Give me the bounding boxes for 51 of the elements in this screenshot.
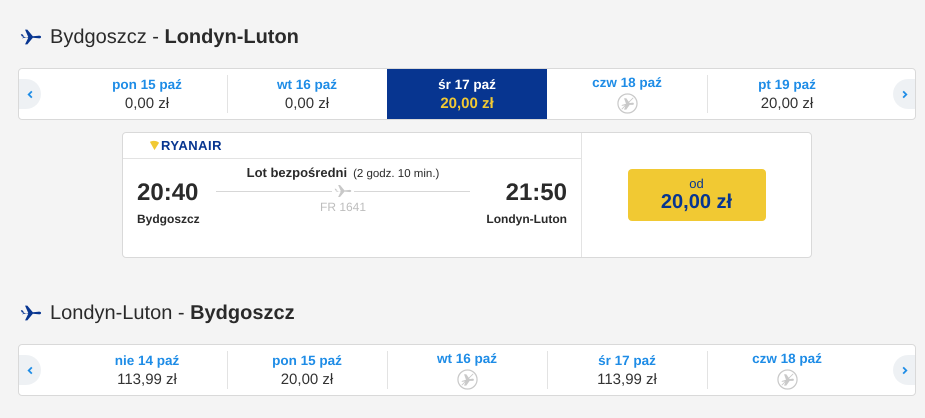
date-label: pt 19 paź bbox=[758, 76, 816, 92]
date-tab[interactable]: czw 18 paź bbox=[707, 345, 867, 395]
date-label: czw 18 paź bbox=[752, 350, 822, 366]
harp-logo-icon bbox=[149, 140, 160, 151]
no-flight-icon bbox=[616, 92, 638, 114]
departure-time: 20:40 bbox=[137, 179, 200, 207]
previous-button[interactable] bbox=[19, 355, 41, 385]
flight-duration: (2 godz. 10 min.) bbox=[353, 168, 440, 180]
flight-number: FR 1641 bbox=[320, 200, 366, 214]
chevron-right-icon bbox=[900, 366, 908, 374]
previous-button[interactable] bbox=[19, 79, 41, 109]
route-title: Bydgoszcz - Londyn-Luton bbox=[50, 26, 299, 48]
price-label: 113,99 zł bbox=[597, 370, 657, 388]
date-label: pon 15 paź bbox=[272, 352, 342, 368]
next-button[interactable] bbox=[893, 79, 915, 109]
price-label: 0,00 zł bbox=[124, 94, 170, 112]
price-label: 0,00 zł bbox=[284, 94, 330, 112]
date-tab[interactable]: śr 17 paź 20,00 zł bbox=[387, 69, 547, 119]
next-button[interactable] bbox=[893, 355, 915, 385]
date-label: nie 14 paź bbox=[114, 352, 180, 368]
price-label: 20,00 zł bbox=[760, 94, 814, 112]
date-label: wt 16 paź bbox=[436, 350, 498, 366]
date-label: pon 15 paź bbox=[112, 76, 182, 92]
date-tab[interactable]: śr 17 paź 113,99 zł bbox=[547, 345, 707, 395]
date-label: śr 17 paź bbox=[438, 76, 496, 92]
date-tab[interactable]: pon 15 paź 20,00 zł bbox=[227, 345, 387, 395]
no-flight-icon bbox=[456, 368, 478, 390]
price-label: 20,00 zł bbox=[280, 370, 334, 388]
date-label: śr 17 paź bbox=[598, 352, 656, 368]
no-flight-icon bbox=[776, 368, 798, 390]
airline-name: RYANAIR bbox=[161, 138, 222, 153]
arrival-city: Londyn-Luton bbox=[486, 212, 567, 226]
price-label: 113,99 zł bbox=[117, 370, 177, 388]
date-label: czw 18 paź bbox=[592, 74, 662, 90]
route-title: Londyn-Luton - Bydgoszcz bbox=[50, 302, 295, 324]
date-tab[interactable]: wt 16 paź 0,00 zł bbox=[227, 69, 387, 119]
date-tab[interactable]: czw 18 paź bbox=[547, 69, 707, 119]
price-button[interactable]: od 20,00 zł bbox=[628, 169, 766, 221]
date-tab[interactable]: nie 14 paź 113,99 zł bbox=[67, 345, 227, 395]
flight-type: Lot bezpośredni bbox=[246, 165, 348, 180]
chevron-left-icon bbox=[26, 366, 34, 374]
chevron-right-icon bbox=[900, 90, 908, 98]
arrival-time: 21:50 bbox=[506, 179, 567, 207]
chevron-left-icon bbox=[26, 90, 34, 98]
price-label: 20,00 zł bbox=[440, 94, 494, 112]
departure-city: Bydgoszcz bbox=[137, 212, 200, 226]
date-tab[interactable]: pon 15 paź 0,00 zł bbox=[67, 69, 227, 119]
date-label: wt 16 paź bbox=[276, 76, 338, 92]
date-tab[interactable]: pt 19 paź 20,00 zł bbox=[707, 69, 867, 119]
airplane-icon bbox=[334, 182, 352, 200]
date-tab[interactable]: wt 16 paź bbox=[387, 345, 547, 395]
